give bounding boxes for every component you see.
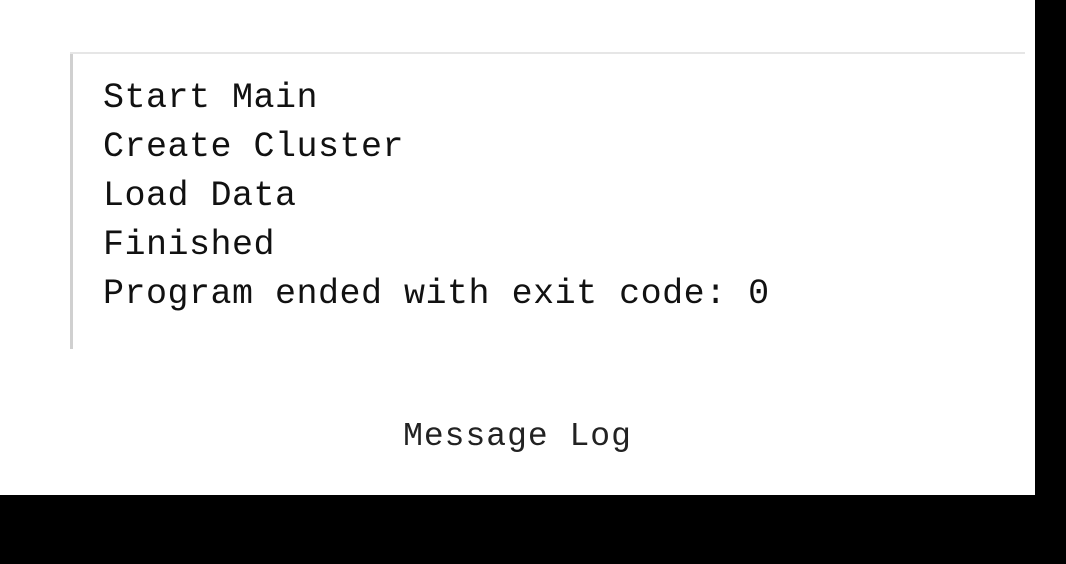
log-line: Finished [103, 221, 995, 270]
caption-label: Message Log [0, 418, 1035, 455]
log-line: Program ended with exit code: 0 [103, 270, 995, 319]
log-line: Load Data [103, 172, 995, 221]
log-output: Start Main Create Cluster Load Data Fini… [70, 54, 995, 349]
console-panel: Start Main Create Cluster Load Data Fini… [0, 0, 1035, 495]
log-line: Create Cluster [103, 123, 995, 172]
log-line: Start Main [103, 74, 995, 123]
